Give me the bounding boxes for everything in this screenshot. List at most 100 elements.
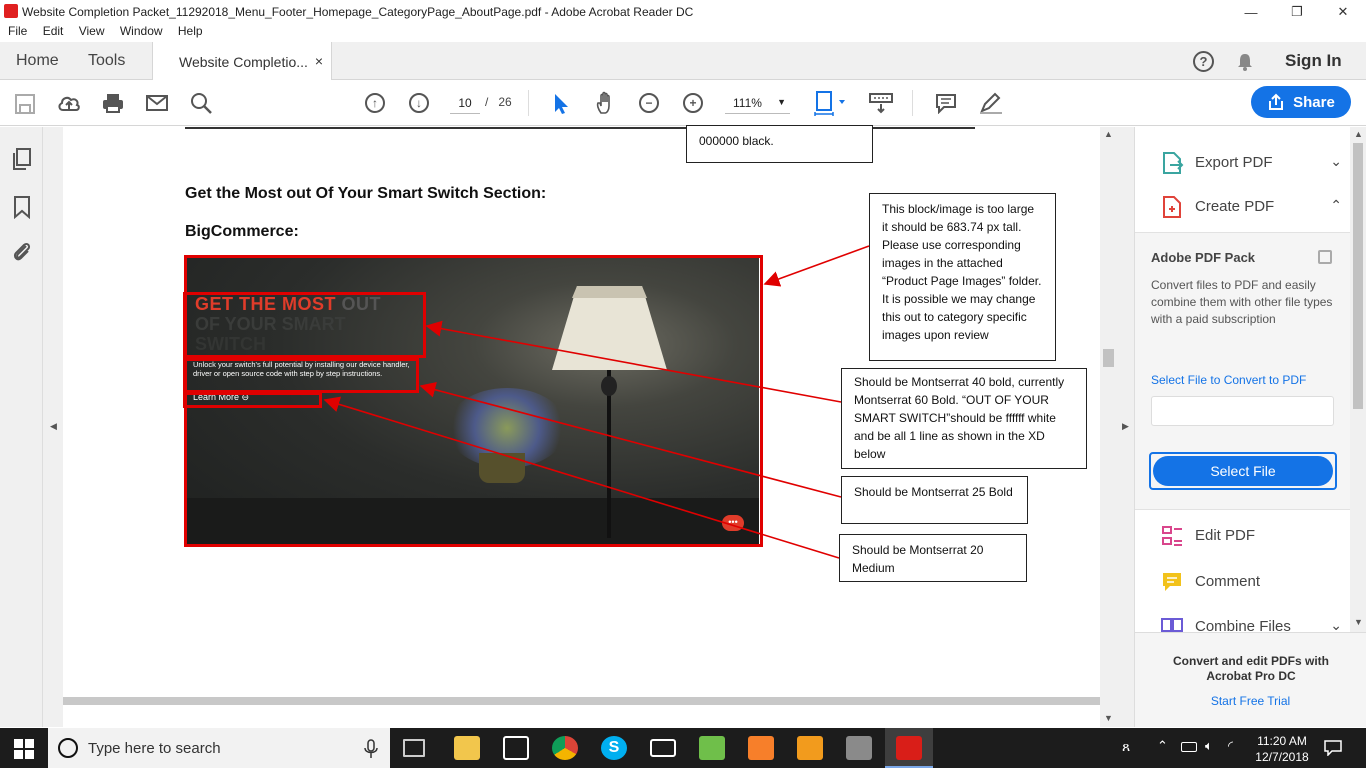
edit-pdf-tool[interactable]: Edit PDF bbox=[1160, 524, 1350, 548]
acrobat-taskbar-button[interactable] bbox=[885, 728, 933, 768]
menu-help[interactable]: Help bbox=[178, 24, 203, 38]
right-panel-collapse[interactable]: ▶ bbox=[1117, 127, 1135, 727]
sign-in-link[interactable]: Sign In bbox=[1285, 51, 1342, 71]
sublime-text-icon[interactable] bbox=[797, 736, 823, 760]
export-pdf-tool[interactable]: Export PDF ⌄ bbox=[1160, 151, 1350, 175]
keyboard-icon[interactable] bbox=[868, 92, 894, 114]
scrollbar-thumb[interactable] bbox=[1353, 143, 1363, 409]
minimize-button[interactable]: — bbox=[1228, 0, 1274, 24]
mail-icon[interactable] bbox=[650, 739, 676, 757]
minus-icon: − bbox=[639, 93, 659, 113]
skype-icon[interactable]: S bbox=[601, 736, 627, 760]
select-file-button[interactable]: Select File bbox=[1153, 456, 1333, 486]
save-icon[interactable] bbox=[14, 93, 36, 115]
export-pdf-icon bbox=[1163, 152, 1184, 174]
windows-start-icon[interactable] bbox=[14, 739, 34, 759]
print-icon[interactable] bbox=[101, 92, 125, 114]
document-viewport[interactable]: 000000 black. Get the Most out Of Your S… bbox=[63, 125, 1101, 727]
restore-button[interactable]: ❐ bbox=[1274, 0, 1320, 24]
zoom-level-select[interactable]: 111% ▼ bbox=[725, 94, 790, 114]
combine-files-icon bbox=[1161, 618, 1183, 632]
comment-icon[interactable] bbox=[934, 92, 958, 114]
scroll-down-arrow-icon[interactable]: ▼ bbox=[1354, 617, 1363, 627]
create-pdf-label: Create PDF bbox=[1195, 198, 1275, 215]
xampp-icon[interactable] bbox=[748, 736, 774, 760]
windows-taskbar: Type here to search S ጸ ⌃ 🔈︎ ◜ 11:20 AM … bbox=[0, 728, 1366, 768]
microphone-icon[interactable] bbox=[364, 739, 378, 759]
share-button[interactable]: Share bbox=[1251, 86, 1351, 118]
arrow-up-icon: ↑ bbox=[365, 93, 385, 113]
menu-edit[interactable]: Edit bbox=[43, 24, 64, 38]
store-icon[interactable] bbox=[503, 736, 529, 760]
taskbar-search-box[interactable]: Type here to search bbox=[48, 728, 390, 768]
toolbar-divider bbox=[528, 90, 529, 116]
menu-window[interactable]: Window bbox=[120, 24, 163, 38]
document-scrollbar[interactable]: ▲ ▼ bbox=[1100, 127, 1117, 727]
comment-tool[interactable]: Comment bbox=[1160, 570, 1350, 594]
taskbar-clock[interactable]: 11:20 AM 12/7/2018 bbox=[1252, 733, 1312, 765]
scroll-up-arrow-icon[interactable]: ▲ bbox=[1354, 129, 1363, 139]
tab-home[interactable]: Home bbox=[16, 52, 59, 70]
menu-view[interactable]: View bbox=[79, 24, 105, 38]
select-file-button-focus[interactable]: Select File bbox=[1149, 452, 1337, 490]
menu-file[interactable]: File bbox=[8, 24, 27, 38]
zoom-out-button[interactable]: − bbox=[637, 92, 661, 114]
close-tab-icon[interactable]: × bbox=[315, 53, 323, 69]
annotation-text: Should be Montserrat 25 Bold bbox=[854, 485, 1013, 499]
close-button[interactable]: ✕ bbox=[1320, 0, 1366, 24]
pack-title: Adobe PDF Pack bbox=[1151, 250, 1256, 265]
page-number-input[interactable]: 10 bbox=[450, 94, 480, 114]
volume-icon[interactable]: 🔈︎ bbox=[1205, 738, 1213, 754]
promo-text: Convert and edit PDFs with Acrobat Pro D… bbox=[1173, 654, 1330, 683]
fit-page-icon[interactable] bbox=[813, 90, 847, 118]
arrow-down-icon: ↓ bbox=[409, 93, 429, 113]
scroll-down-arrow-icon[interactable]: ▼ bbox=[1104, 713, 1113, 723]
show-hidden-icons-chevron-icon[interactable]: ⌃ bbox=[1157, 738, 1168, 754]
create-pdf-tool[interactable]: Create PDF ⌃ bbox=[1160, 195, 1350, 219]
action-center-icon[interactable] bbox=[1324, 740, 1342, 756]
battery-icon[interactable] bbox=[1181, 742, 1197, 752]
zoom-in-button[interactable]: + bbox=[681, 92, 705, 114]
select-cursor-icon[interactable] bbox=[551, 92, 571, 116]
search-icon[interactable] bbox=[190, 92, 214, 116]
tab-document[interactable]: Website Completio... × bbox=[152, 42, 332, 80]
attachment-paperclip-icon[interactable] bbox=[11, 240, 33, 264]
highlight-pen-icon[interactable] bbox=[978, 91, 1004, 115]
tab-bar: Home Tools Website Completio... × ? Sign… bbox=[0, 42, 1366, 80]
scroll-up-arrow-icon[interactable]: ▲ bbox=[1104, 129, 1113, 139]
email-icon[interactable] bbox=[145, 93, 169, 113]
next-page-button[interactable]: ↓ bbox=[407, 92, 431, 114]
start-free-trial-link[interactable]: Start Free Trial bbox=[1135, 694, 1366, 708]
left-panel-collapse[interactable]: ◀ bbox=[43, 127, 63, 727]
tools-pane-scrollbar[interactable]: ▲ ▼ bbox=[1350, 127, 1366, 632]
people-icon[interactable]: ጸ bbox=[1122, 738, 1130, 755]
annotation-text: Should be Montserrat 40 bold, currently … bbox=[854, 375, 1065, 461]
hand-tool-icon[interactable] bbox=[594, 91, 618, 115]
spreadsheet-app-icon[interactable] bbox=[699, 736, 725, 760]
chrome-icon[interactable] bbox=[552, 736, 578, 760]
page-separator-bar bbox=[63, 697, 1101, 705]
annotation-box-image-size: This block/image is too large it should … bbox=[869, 193, 1056, 361]
help-icon[interactable]: ? bbox=[1193, 51, 1214, 72]
annotation-box-title-font: Should be Montserrat 40 bold, currently … bbox=[841, 368, 1087, 469]
collapse-left-arrow-icon: ◀ bbox=[50, 421, 57, 431]
bookmark-icon[interactable] bbox=[12, 195, 32, 219]
cortana-circle-icon bbox=[58, 738, 78, 758]
vpn-app-icon[interactable] bbox=[846, 736, 872, 760]
chevron-down-icon: ⌄ bbox=[1330, 153, 1342, 169]
previous-page-button[interactable]: ↑ bbox=[363, 92, 387, 114]
share-label: Share bbox=[1293, 93, 1335, 111]
file-drop-input[interactable] bbox=[1151, 396, 1334, 426]
page-thumbnails-icon[interactable] bbox=[11, 147, 33, 171]
page-total-count: 26 bbox=[498, 95, 512, 109]
task-view-icon[interactable] bbox=[403, 739, 425, 757]
notifications-bell-icon[interactable] bbox=[1235, 52, 1255, 72]
file-explorer-icon[interactable] bbox=[454, 736, 480, 760]
cloud-upload-icon[interactable] bbox=[57, 92, 81, 114]
scrollbar-thumb[interactable] bbox=[1103, 349, 1114, 367]
combine-files-tool[interactable]: Combine Files ⌄ bbox=[1160, 615, 1350, 632]
wifi-icon[interactable]: ◜ bbox=[1228, 738, 1233, 754]
tab-tools[interactable]: Tools bbox=[88, 52, 125, 70]
page-separator: / bbox=[485, 95, 489, 109]
select-file-link[interactable]: Select File to Convert to PDF bbox=[1151, 373, 1306, 387]
